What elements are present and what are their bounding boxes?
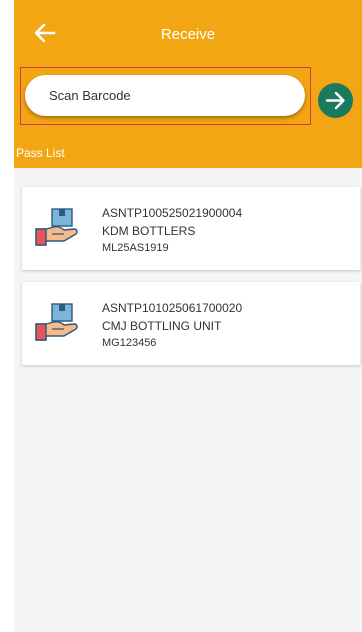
page-title: Receive [160,26,216,43]
vehicle-code: MG123456 [102,337,157,349]
asn-number: ASNTP100525021900004 [102,206,243,220]
hand-package-icon [35,208,78,246]
vehicle-code: ML25AS1919 [102,242,169,254]
pass-list-item[interactable]: ASNTP101025061700020 CMJ BOTTLING UNIT M… [22,282,360,365]
vendor-name: CMJ BOTTLING UNIT [102,319,222,333]
pass-list-title: Pass List [16,146,65,160]
search-field-highlight [20,67,311,125]
pass-list-item[interactable]: ASNTP100525021900004 KDM BOTTLERS ML25AS… [22,187,360,270]
hand-package-icon [35,303,78,341]
asn-number: ASNTP101025061700020 [102,301,243,315]
arrow-right-icon [325,91,345,110]
app-screen: Receive Pass List ASNTP100525021900004 K… [14,0,362,632]
scan-barcode-input[interactable] [25,75,305,116]
app-bar: Receive [14,0,362,64]
pass-list-header: Pass List [14,132,362,168]
vendor-name: KDM BOTTLERS [102,224,196,238]
submit-scan-button[interactable] [318,83,353,118]
search-bar [14,64,362,132]
